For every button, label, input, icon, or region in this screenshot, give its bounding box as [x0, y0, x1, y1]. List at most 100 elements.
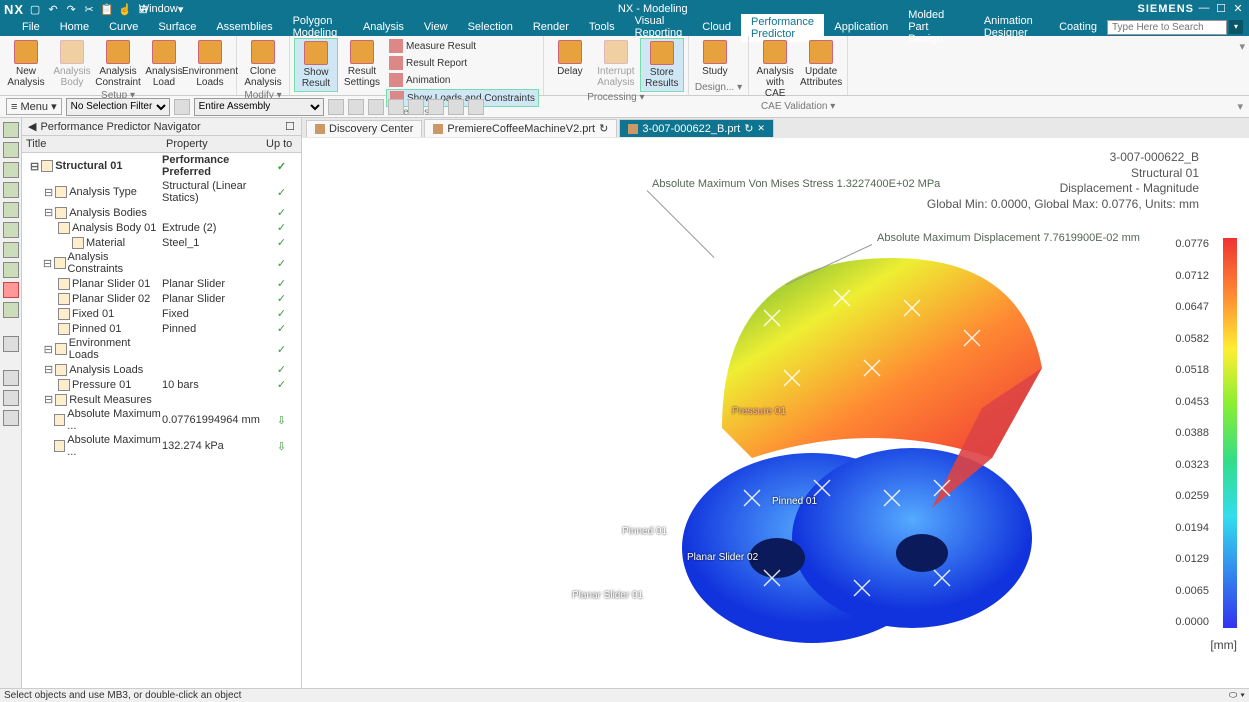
ribbon-overflow-icon[interactable]: ▾	[848, 36, 1249, 57]
col-upto[interactable]: Up to	[262, 136, 301, 152]
ribbon-btn-clone-analysis[interactable]: Clone Analysis	[241, 38, 285, 90]
cut-icon[interactable]: ✂	[82, 2, 96, 16]
menu-item-application[interactable]: Application	[824, 19, 898, 35]
nav-row[interactable]: ⊟Structural 01Performance Preferred✓	[22, 153, 301, 179]
touch-icon[interactable]: ☝	[118, 2, 132, 16]
nav-row[interactable]: Planar Slider 02Planar Slider✓	[22, 291, 301, 306]
nav-row[interactable]: ⊟Analysis Constraints✓	[22, 250, 301, 276]
nav-row[interactable]: Planar Slider 01Planar Slider✓	[22, 276, 301, 291]
ribbon-btn-result-settings[interactable]: Result Settings	[340, 38, 384, 90]
tool-icon-6[interactable]	[428, 99, 444, 115]
nav-row[interactable]: ⊟Analysis Bodies✓	[22, 205, 301, 220]
ribbon-btn-analysis-constraint[interactable]: Analysis Constraint	[96, 38, 140, 90]
resource-icon-14[interactable]	[3, 410, 19, 426]
menu-item-surface[interactable]: Surface	[148, 19, 206, 35]
menu-item-cloud[interactable]: Cloud	[692, 19, 741, 35]
doc-tab[interactable]: 3-007-000622_B.prt ↻ ✕	[619, 119, 774, 137]
nav-row[interactable]: Fixed 01Fixed✓	[22, 306, 301, 321]
tool-icon-2[interactable]	[348, 99, 364, 115]
ribbon-btn-result-report[interactable]: Result Report	[386, 55, 539, 71]
nav-row[interactable]: ⊟Analysis Loads✓	[22, 362, 301, 377]
pin-icon[interactable]: ◀	[28, 120, 36, 133]
navigator-close-icon[interactable]: ☐	[285, 120, 295, 133]
window-dropdown[interactable]: Window▾	[154, 2, 168, 16]
ribbon-btn-update-attributes[interactable]: Update Attributes	[799, 38, 843, 90]
resource-icon-10[interactable]	[3, 302, 19, 318]
menu-item-tools[interactable]: Tools	[579, 19, 625, 35]
col-title[interactable]: Title	[22, 136, 162, 152]
ribbon-btn-store-results[interactable]: Store Results	[640, 38, 684, 92]
ribbon-btn-show-result[interactable]: Show Result	[294, 38, 338, 92]
resource-icon-1[interactable]	[3, 122, 19, 138]
resource-icon-7[interactable]	[3, 242, 19, 258]
save-icon[interactable]: ▢	[28, 2, 42, 16]
col-property[interactable]: Property	[162, 136, 262, 152]
nav-row[interactable]: ⊟Environment Loads✓	[22, 336, 301, 362]
ribbon-btn-animation[interactable]: Animation	[386, 72, 539, 88]
nav-row[interactable]: Pinned 01Pinned✓	[22, 321, 301, 336]
resource-icon-12[interactable]	[3, 370, 19, 386]
tool-icon-7[interactable]	[448, 99, 464, 115]
menu-item-file[interactable]: File	[12, 19, 50, 35]
tool-icon-4[interactable]	[388, 99, 404, 115]
ribbon-btn-new-analysis[interactable]: New Analysis	[4, 38, 48, 90]
resource-icon-8[interactable]	[3, 262, 19, 278]
menu-item-view[interactable]: View	[414, 19, 458, 35]
copy-icon[interactable]: 📋	[100, 2, 114, 16]
selection-filter-dropdown[interactable]: No Selection Filter	[66, 98, 170, 116]
menu-item-curve[interactable]: Curve	[99, 19, 148, 35]
ribbon-btn-analysis-load[interactable]: Analysis Load	[142, 38, 186, 90]
nav-row[interactable]: MaterialSteel_1✓	[22, 235, 301, 250]
menu-item-assemblies[interactable]: Assemblies	[206, 19, 282, 35]
menu-item-analysis[interactable]: Analysis	[353, 19, 414, 35]
tab-reload-icon[interactable]: ↻	[599, 122, 608, 135]
ribbon-btn-environment-loads[interactable]: Environment Loads	[188, 38, 232, 90]
close-button[interactable]: ✕	[1231, 2, 1245, 16]
doc-tab[interactable]: PremiereCoffeeMachineV2.prt ↻	[424, 119, 617, 137]
nav-row[interactable]: Absolute Maximum ...132.274 kPa⇩	[22, 433, 301, 459]
tab-file-icon	[433, 124, 443, 134]
minimize-button[interactable]: —	[1197, 2, 1211, 16]
fea-model[interactable]	[612, 228, 1052, 658]
resource-icon-4[interactable]	[3, 182, 19, 198]
navigator-tree[interactable]: ⊟Structural 01Performance Preferred✓⊟Ana…	[22, 153, 301, 459]
resource-icon-6[interactable]	[3, 222, 19, 238]
graphics-canvas[interactable]: 3-007-000622_B Structural 01 Displacemen…	[302, 138, 1249, 688]
ribbon-btn-delay[interactable]: Delay	[548, 38, 592, 79]
menu-item-render[interactable]: Render	[523, 19, 579, 35]
resource-icon-3[interactable]	[3, 162, 19, 178]
menu-item-home[interactable]: Home	[50, 19, 99, 35]
resource-icon-13[interactable]	[3, 390, 19, 406]
tab-close-icon[interactable]: ✕	[757, 123, 765, 134]
ribbon-group-design-: StudyDesign... ▾	[689, 36, 749, 95]
toolbar-overflow-icon[interactable]: ▾	[1237, 100, 1243, 113]
doc-tab[interactable]: Discovery Center	[306, 120, 422, 137]
tool-icon-3[interactable]	[368, 99, 384, 115]
search-dropdown-icon[interactable]: ▾	[1229, 20, 1243, 34]
menu-item-coating[interactable]: Coating	[1049, 19, 1107, 35]
assembly-filter-dropdown[interactable]: Entire Assembly	[194, 98, 324, 116]
command-search-input[interactable]	[1107, 20, 1227, 35]
nav-row[interactable]: Pressure 0110 bars✓	[22, 377, 301, 392]
ribbon-btn-study[interactable]: Study	[693, 38, 737, 79]
filter-lock-icon[interactable]	[174, 99, 190, 115]
ribbon-btn-analysis-with-cae[interactable]: Analysis with CAE	[753, 38, 797, 101]
nav-row[interactable]: ⊟Result Measures	[22, 392, 301, 407]
nav-row[interactable]: ⊟Analysis TypeStructural (Linear Statics…	[22, 179, 301, 205]
nav-row[interactable]: Analysis Body 01Extrude (2)✓	[22, 220, 301, 235]
resource-icon-2[interactable]	[3, 142, 19, 158]
ribbon-btn-measure-result[interactable]: Measure Result	[386, 38, 539, 54]
menu-item-selection[interactable]: Selection	[458, 19, 523, 35]
resource-icon-11[interactable]	[3, 336, 19, 352]
menu-button[interactable]: ≡ Menu ▾	[6, 98, 62, 115]
undo-icon[interactable]: ↶	[46, 2, 60, 16]
tool-icon-8[interactable]	[468, 99, 484, 115]
tool-icon-1[interactable]	[328, 99, 344, 115]
tool-icon-5[interactable]	[408, 99, 424, 115]
redo-icon[interactable]: ↷	[64, 2, 78, 16]
maximize-button[interactable]: ☐	[1214, 2, 1228, 16]
tab-reload-icon[interactable]: ↻	[744, 122, 753, 135]
nav-row[interactable]: Absolute Maximum ...0.07761994964 mm⇩	[22, 407, 301, 433]
resource-icon-9[interactable]	[3, 282, 19, 298]
resource-icon-5[interactable]	[3, 202, 19, 218]
